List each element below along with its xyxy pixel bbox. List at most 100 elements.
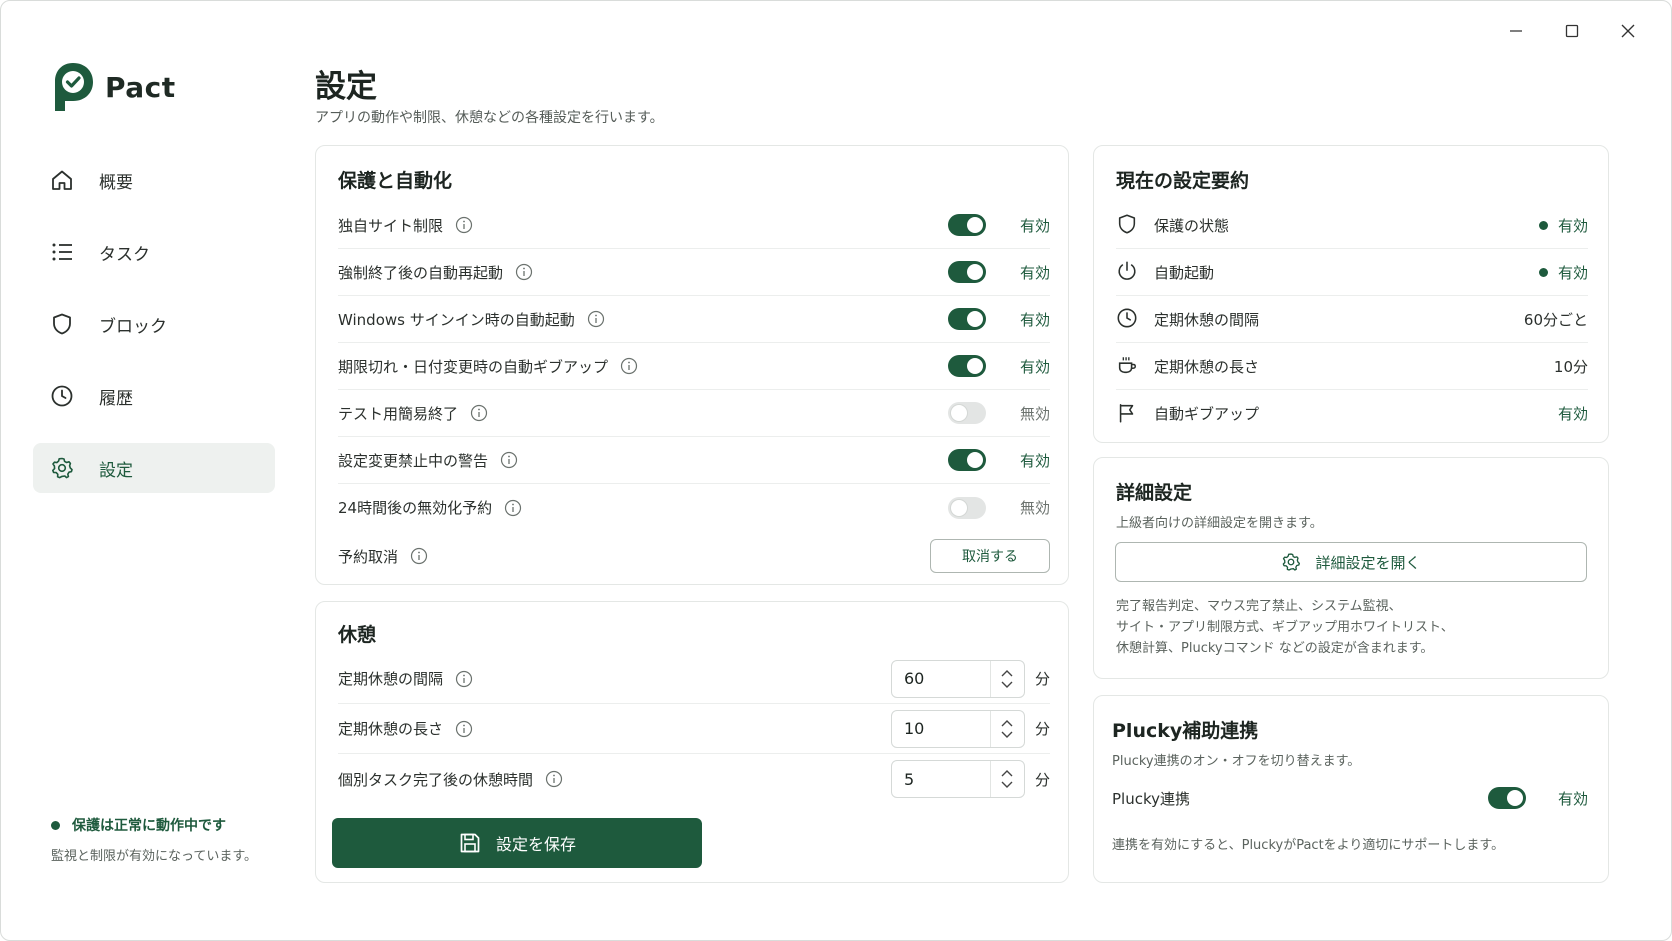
open-advanced-label: 詳細設定を開く — [1315, 553, 1421, 572]
break-row: 定期休憩の間隔 60 分 — [338, 654, 1050, 704]
row-label: 個別タスク完了後の休憩時間 — [338, 770, 534, 789]
summary-value: 60分ごと — [1523, 310, 1588, 329]
unit-label: 分 — [1034, 720, 1050, 738]
info-icon[interactable] — [500, 451, 518, 469]
number-stepper[interactable]: 10 — [890, 709, 1025, 748]
plucky-toggle[interactable] — [1488, 787, 1526, 809]
status-dot — [1538, 267, 1548, 277]
sidebar-nav: 概要 タスク ブロック 履歴 設定 — [33, 155, 275, 515]
summary-rows: 保護の状態 有効 自動起動 有効 定期休憩の間隔 60分ごと 定期休憩の長さ 10分 自動ギブア… — [1116, 202, 1588, 437]
home-icon — [49, 167, 75, 193]
setting-toggle[interactable] — [948, 496, 986, 519]
close-button[interactable] — [1609, 15, 1647, 47]
sidebar-item-tasks[interactable]: タスク — [33, 227, 275, 277]
cancel-reservation-button[interactable]: 取消する — [930, 539, 1050, 573]
stepper-value[interactable]: 10 — [892, 719, 990, 738]
decrement-icon[interactable] — [1000, 730, 1014, 740]
maximize-button[interactable] — [1553, 15, 1591, 47]
open-advanced-button[interactable]: 詳細設定を開く — [1115, 542, 1587, 582]
protection-card: 保護と自動化 独自サイト制限 有効 強制終了後の自動再起動 有効 Windows サイン… — [315, 145, 1069, 585]
break-card-title: 休憩 — [338, 624, 377, 646]
row-label: 独自サイト制限 — [338, 216, 444, 235]
plucky-card-title: Plucky補助連携 — [1112, 720, 1259, 742]
number-stepper[interactable]: 60 — [890, 659, 1025, 698]
number-stepper[interactable]: 5 — [890, 760, 1025, 798]
window-controls — [1497, 15, 1647, 47]
summary-row: 定期休憩の長さ 10分 — [1116, 343, 1588, 390]
row-label: 定期休憩の間隔 — [338, 670, 444, 688]
sidebar-item-block[interactable]: ブロック — [33, 299, 275, 349]
status-title: 保護は正常に動作中です — [72, 818, 226, 834]
status-subtitle: 監視と制限が有効になっています。 — [51, 849, 258, 864]
unit-label: 分 — [1034, 770, 1050, 789]
plucky-row: Plucky連携 有効 — [1112, 780, 1588, 816]
protection-card-title: 保護と自動化 — [338, 170, 453, 192]
unit-label: 分 — [1034, 670, 1050, 688]
shield-icon — [49, 311, 75, 337]
row-label: テスト用簡易終了 — [338, 404, 459, 423]
save-button-label: 設定を保存 — [495, 835, 576, 854]
setting-toggle[interactable] — [948, 308, 986, 330]
summary-card-title: 現在の設定要約 — [1116, 170, 1250, 192]
flag-icon — [1116, 402, 1140, 426]
increment-icon[interactable] — [1000, 668, 1014, 678]
sidebar-item-history[interactable]: 履歴 — [33, 371, 275, 421]
toggle-state: 有効 — [1019, 451, 1050, 470]
app-logo: Pact — [51, 61, 176, 113]
setting-toggle[interactable] — [948, 402, 986, 424]
summary-label: 自動起動 — [1154, 263, 1215, 282]
close-icon — [1621, 24, 1635, 38]
plucky-description: 連携を有効にすると、PluckyがPactをより適切にサポートします。 — [1112, 838, 1505, 853]
coffee-icon — [1116, 354, 1140, 378]
info-icon[interactable] — [455, 720, 473, 738]
toggle-state: 有効 — [1019, 310, 1050, 329]
info-icon[interactable] — [410, 547, 428, 565]
page-title: 設定 — [315, 69, 377, 105]
plucky-state: 有効 — [1557, 789, 1588, 808]
toggle-state: 無効 — [1019, 404, 1050, 423]
info-icon[interactable] — [504, 499, 522, 517]
summary-value: 10分 — [1553, 357, 1588, 376]
sidebar-item-label: タスク — [99, 244, 150, 265]
summary-label: 定期休憩の長さ — [1154, 357, 1260, 376]
save-settings-button[interactable]: 設定を保存 — [332, 818, 702, 868]
setting-toggle[interactable] — [948, 214, 986, 236]
break-row: 個別タスク完了後の休憩時間 5 分 — [338, 754, 1050, 804]
setting-toggle[interactable] — [948, 261, 986, 283]
shield-icon — [1116, 213, 1140, 237]
gear-icon — [1283, 553, 1301, 571]
toggle-state: 有効 — [1019, 263, 1050, 282]
info-icon[interactable] — [620, 357, 638, 375]
info-icon[interactable] — [587, 310, 605, 328]
row-label: 期限切れ・日付変更時の自動ギブアップ — [338, 357, 609, 376]
increment-icon[interactable] — [1000, 718, 1014, 728]
sidebar-item-overview[interactable]: 概要 — [33, 155, 275, 205]
setting-toggle[interactable] — [948, 355, 986, 377]
sidebar-item-settings[interactable]: 設定 — [33, 443, 275, 493]
setting-row: 独自サイト制限 有効 — [338, 202, 1050, 249]
summary-value: 有効 — [1557, 263, 1588, 282]
setting-row: 期限切れ・日付変更時の自動ギブアップ 有効 — [338, 343, 1050, 390]
info-icon[interactable] — [515, 263, 533, 281]
info-icon[interactable] — [545, 770, 563, 788]
info-icon[interactable] — [455, 216, 473, 234]
decrement-icon[interactable] — [1000, 680, 1014, 690]
break-card: 休憩 定期休憩の間隔 60 分定期休憩の長さ 10 分個別タスク完了後の休憩時間 5 分 設… — [315, 601, 1069, 883]
increment-icon[interactable] — [1000, 768, 1014, 778]
plucky-card-subtitle: Plucky連携のオン・オフを切り替えます。 — [1112, 754, 1361, 769]
app-name: Pact — [105, 70, 176, 104]
protection-status: 保護は正常に動作中です 監視と制限が有効になっています。 — [51, 815, 257, 864]
decrement-icon[interactable] — [1000, 780, 1014, 790]
minimize-button[interactable] — [1497, 15, 1535, 47]
info-icon[interactable] — [455, 670, 473, 688]
clock-icon — [49, 383, 75, 409]
list-icon — [49, 239, 75, 265]
setting-row: Windows サインイン時の自動起動 有効 — [338, 296, 1050, 343]
info-icon[interactable] — [470, 404, 488, 422]
summary-row: 定期休憩の間隔 60分ごと — [1116, 296, 1588, 343]
stepper-value[interactable]: 60 — [892, 669, 990, 688]
setting-toggle[interactable] — [948, 449, 986, 471]
stepper-value[interactable]: 5 — [892, 770, 990, 789]
row-label: 予約取消 — [338, 547, 399, 566]
summary-row: 保護の状態 有効 — [1116, 202, 1588, 249]
